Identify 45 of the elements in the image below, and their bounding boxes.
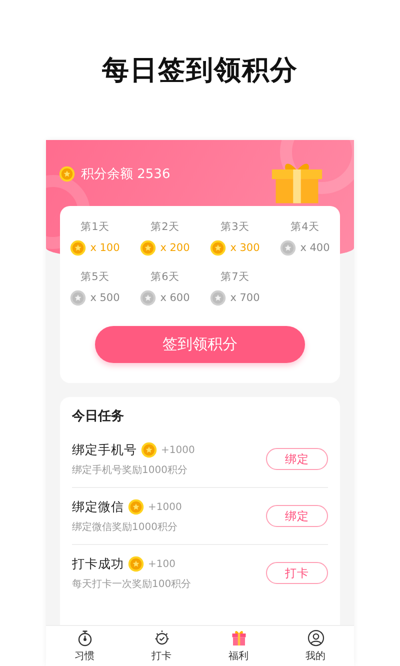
empty-coin-icon (70, 290, 86, 306)
reward-amount: x 400 (300, 242, 330, 254)
reward-amount: x 100 (90, 242, 120, 254)
reward-amount: x 500 (90, 292, 120, 304)
empty-coin-icon (140, 290, 156, 306)
tab-item[interactable]: 福利 (200, 626, 277, 666)
reward-amount: x 200 (160, 242, 190, 254)
profile-icon (306, 629, 324, 647)
task-description: 绑定微信奖励1000积分 (72, 520, 178, 534)
day-label: 第1天 (80, 220, 110, 234)
tab-item[interactable]: 我的 (277, 626, 354, 666)
task-description: 绑定手机号奖励1000积分 (72, 464, 188, 476)
day-label: 第5天 (80, 270, 110, 284)
task-points: +1000 (148, 502, 182, 512)
empty-coin-icon (210, 290, 226, 306)
task-description: 每天打卡一次奖励100积分 (72, 578, 192, 590)
coin-icon (210, 240, 226, 256)
task-points: +100 (148, 558, 176, 570)
coin-icon (140, 240, 156, 256)
tab-item[interactable]: 打卡 (123, 626, 200, 666)
day-label: 第3天 (220, 220, 250, 234)
empty-coin-icon (280, 240, 296, 256)
stopwatch-icon (76, 629, 94, 647)
page-title: 每日签到领积分 (102, 54, 298, 88)
gift-icon (230, 629, 248, 647)
coin-icon (128, 556, 144, 572)
section-title: 今日任务 (72, 408, 125, 426)
sun-check-icon (152, 629, 170, 647)
day-label: 第2天 (150, 220, 180, 234)
day-label: 第7天 (220, 270, 250, 284)
tab-item[interactable]: 习惯 (46, 626, 123, 666)
task-points: +1000 (161, 444, 195, 456)
coin-icon (128, 499, 144, 515)
reward-amount: x 300 (230, 242, 260, 254)
points-balance: 积分余额 2536 (81, 166, 170, 183)
day-label: 第4天 (290, 220, 320, 234)
coin-icon (141, 442, 157, 458)
reward-amount: x 600 (160, 292, 190, 304)
reward-amount: x 700 (230, 292, 260, 304)
day-label: 第6天 (150, 270, 180, 284)
task-title: 打卡成功 (72, 556, 124, 572)
task-title: 绑定微信 (72, 498, 124, 516)
coin-icon (59, 166, 75, 182)
coin-icon (70, 240, 86, 256)
task-title: 绑定手机号 (72, 442, 137, 458)
